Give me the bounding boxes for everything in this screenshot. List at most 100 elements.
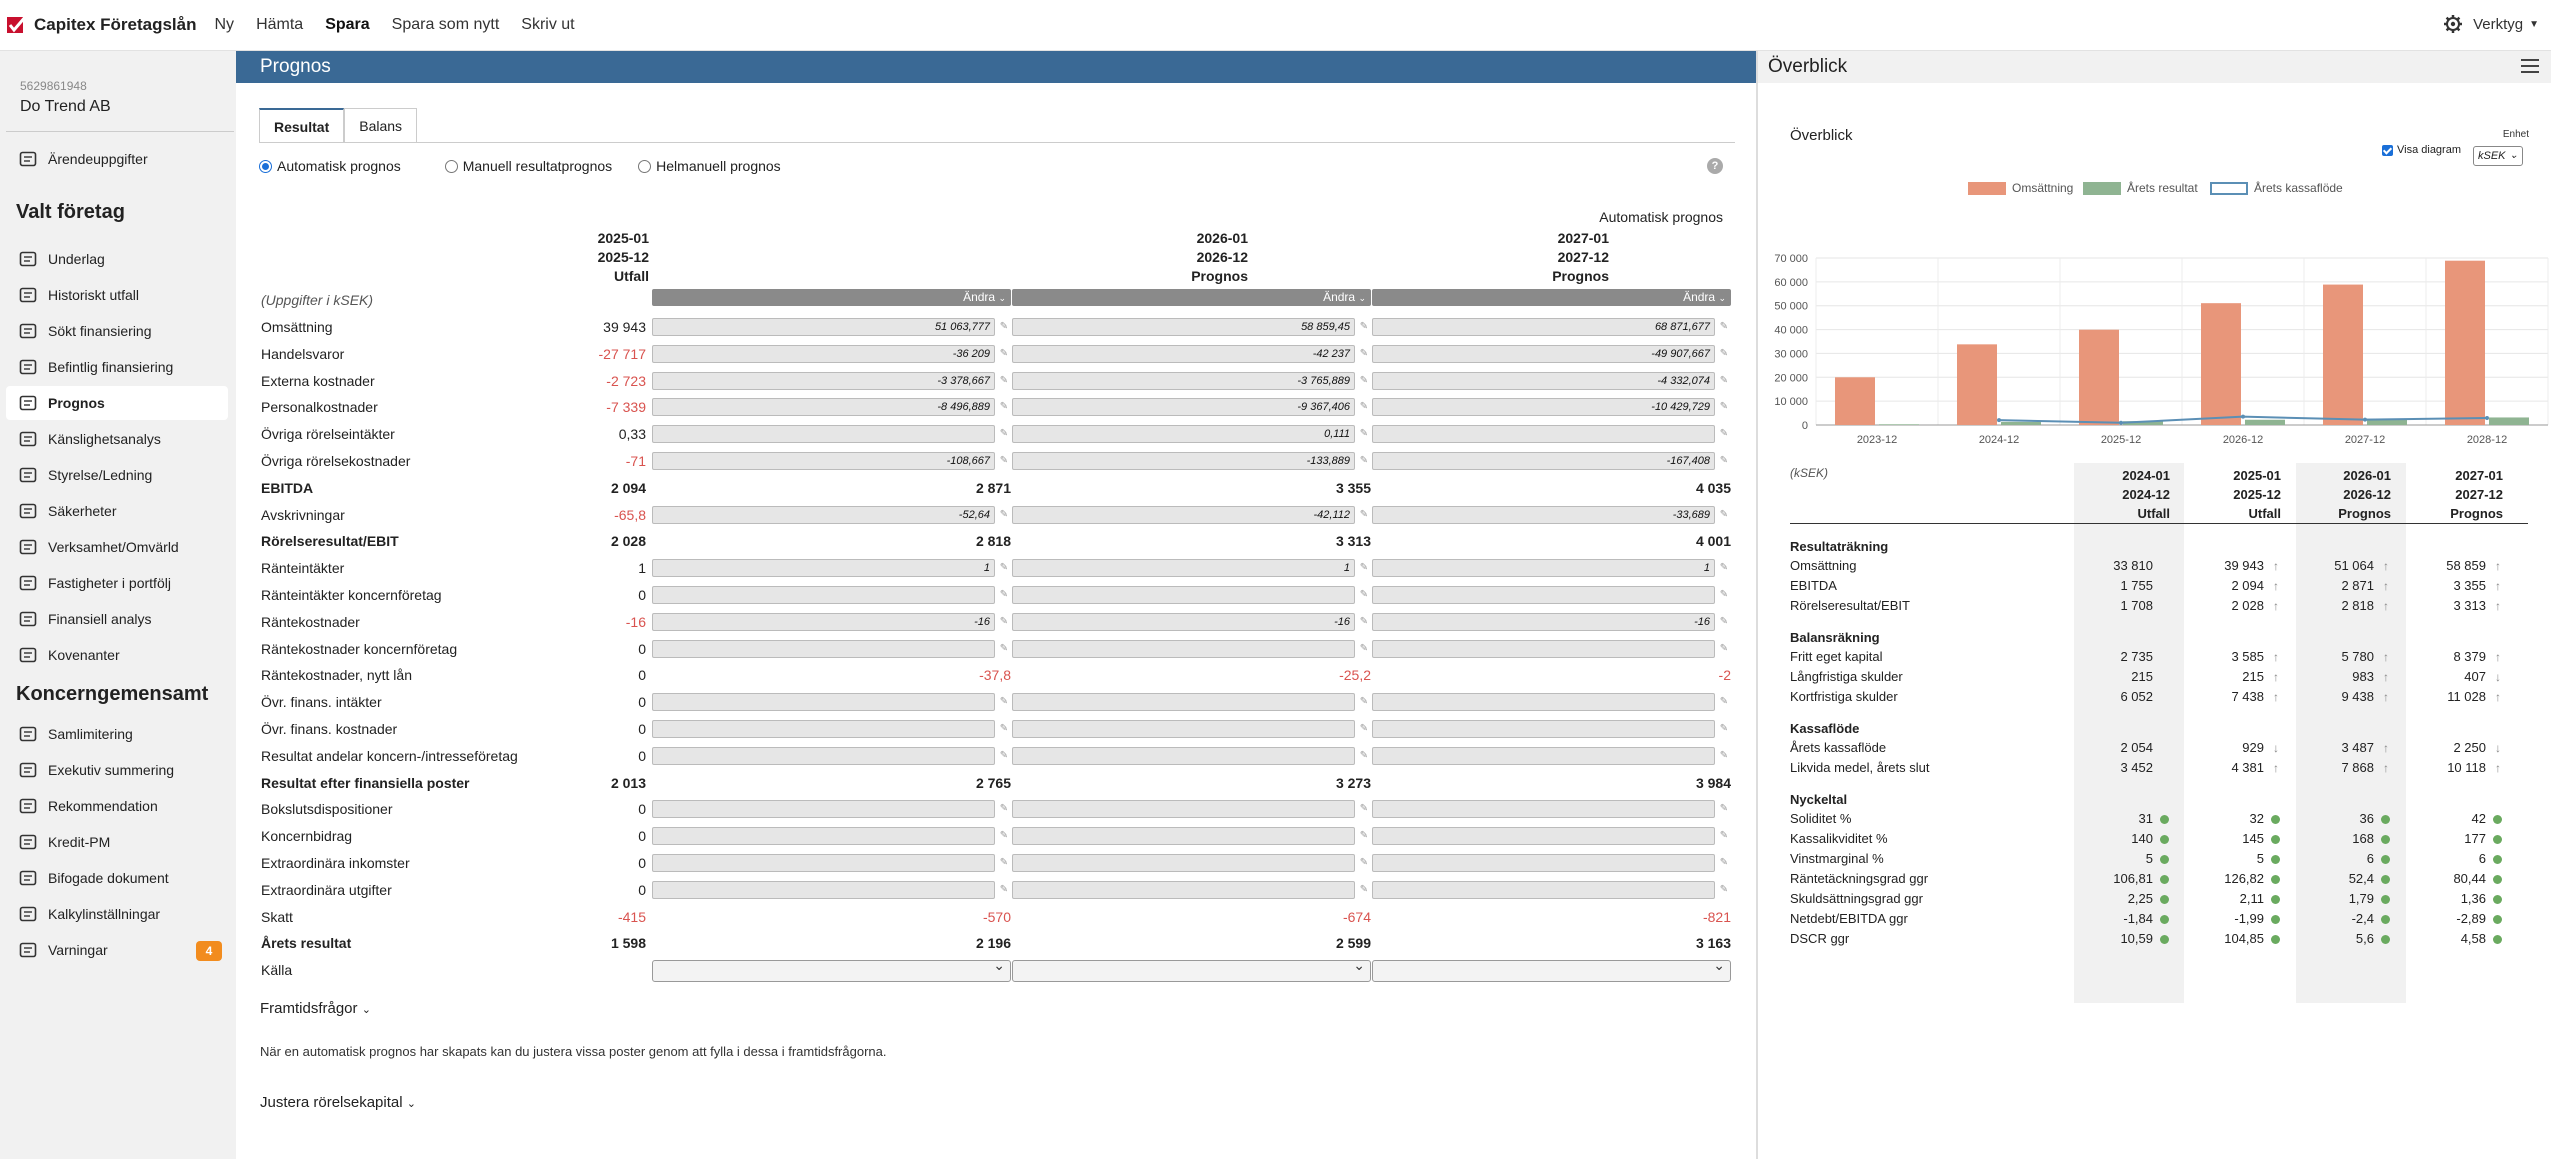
prognos-input[interactable]: -4 332,074 [1372,371,1715,390]
edit-icon[interactable]: ✎ [1718,562,1730,574]
edit-icon[interactable]: ✎ [1358,750,1370,762]
help-icon[interactable]: ? [1707,158,1723,174]
prognos-input[interactable] [652,425,995,444]
edit-icon[interactable]: ✎ [1358,589,1370,601]
prognos-input[interactable]: 51 063,777 [652,318,995,336]
edit-icon[interactable]: ✎ [1718,857,1730,869]
sidebar-item-underlag[interactable]: Underlag [6,242,228,276]
edit-icon[interactable]: ✎ [1358,509,1370,521]
edit-icon[interactable]: ✎ [1718,375,1730,387]
edit-icon[interactable]: ✎ [1718,830,1730,842]
edit-icon[interactable]: ✎ [1718,616,1730,628]
prognos-input[interactable] [652,693,995,712]
prognos-input[interactable] [1372,586,1715,604]
prognos-input[interactable]: -9 367,406 [1012,398,1355,417]
edit-icon[interactable]: ✎ [1358,375,1370,387]
radio-manuell[interactable]: Manuell resultatprognos [444,158,612,174]
legend-arets-resultat[interactable]: Årets resultat [2083,181,2198,195]
edit-icon[interactable]: ✎ [1358,562,1370,574]
prognos-input[interactable] [1372,800,1715,819]
edit-icon[interactable]: ✎ [1718,803,1730,815]
framtidsfragor-toggle[interactable]: Framtidsfrågor ⌄ [260,1000,371,1017]
edit-icon[interactable]: ✎ [1718,884,1730,896]
prognos-input[interactable] [1372,693,1715,712]
sidebar-item-sokt-finansiering[interactable]: Sökt finansiering [6,314,228,348]
menu-hamta[interactable]: Hämta [256,16,303,34]
prognos-input[interactable] [652,639,995,658]
edit-icon[interactable]: ✎ [1358,616,1370,628]
prognos-input[interactable]: -10 429,729 [1372,398,1715,417]
checkbox-checked-icon[interactable] [2382,144,2393,156]
edit-icon[interactable]: ✎ [998,857,1010,869]
edit-icon[interactable]: ✎ [998,696,1010,708]
edit-icon[interactable]: ✎ [998,643,1010,655]
edit-icon[interactable]: ✎ [998,401,1010,413]
prognos-input[interactable]: -52,64 [652,505,995,524]
radio-helmanuell[interactable]: Helmanuell prognos [638,158,781,174]
radio-automatisk[interactable]: Automatisk prognos [259,158,401,174]
prognos-input[interactable] [652,854,995,872]
edit-icon[interactable]: ✎ [1718,643,1730,655]
tab-balans[interactable]: Balans [344,108,418,143]
edit-icon[interactable]: ✎ [1718,348,1730,360]
prognos-input[interactable] [1372,746,1715,765]
prognos-input[interactable]: -49 907,667 [1372,344,1715,363]
edit-icon[interactable]: ✎ [998,321,1010,333]
edit-icon[interactable]: ✎ [998,428,1010,440]
prognos-input[interactable]: 1 [1372,559,1715,578]
legend-arets-kassaflode[interactable]: Årets kassaflöde [2210,181,2343,195]
sidebar-item-prognos[interactable]: Prognos [6,386,228,420]
prognos-input[interactable] [1012,639,1355,658]
prognos-input[interactable] [1012,693,1355,712]
edit-icon[interactable]: ✎ [1718,428,1730,440]
prognos-input[interactable]: -33,689 [1372,505,1715,524]
edit-icon[interactable]: ✎ [998,616,1010,628]
edit-icon[interactable]: ✎ [998,750,1010,762]
andra-dropdown-2[interactable]: Ändra ⌄ [1012,289,1371,306]
edit-icon[interactable]: ✎ [1718,455,1730,467]
edit-icon[interactable]: ✎ [998,884,1010,896]
tab-resultat[interactable]: Resultat [259,108,345,143]
edit-icon[interactable]: ✎ [1718,696,1730,708]
sidebar-item-befintlig-finansiering[interactable]: Befintlig finansiering [6,350,228,384]
edit-icon[interactable]: ✎ [1718,401,1730,413]
edit-icon[interactable]: ✎ [998,375,1010,387]
prognos-input[interactable] [652,586,995,604]
prognos-input[interactable]: 1 [1012,559,1355,578]
edit-icon[interactable]: ✎ [1358,455,1370,467]
kalla-select-3[interactable] [1372,957,1731,983]
prognos-input[interactable] [652,800,995,819]
sidebar-item-varningar[interactable]: Varningar 4 [6,933,228,967]
edit-icon[interactable]: ✎ [1358,857,1370,869]
sidebar-item-sakerheter[interactable]: Säkerheter [6,494,228,528]
prognos-input[interactable] [1012,586,1355,604]
sidebar-item-bifogade-dokument[interactable]: Bifogade dokument [6,861,228,895]
edit-icon[interactable]: ✎ [1358,643,1370,655]
prognos-input[interactable]: 58 859,45 [1012,318,1355,336]
andra-dropdown-1[interactable]: Ändra ⌄ [652,289,1011,306]
prognos-input[interactable]: -3 378,667 [652,371,995,390]
prognos-input[interactable] [1012,854,1355,872]
edit-icon[interactable]: ✎ [1358,696,1370,708]
enhet-select[interactable]: kSEK ⌄ [2473,146,2523,166]
sidebar-item-samlimitering[interactable]: Samlimitering [6,717,228,751]
prognos-input[interactable] [1012,746,1355,765]
prognos-input[interactable] [1372,639,1715,658]
prognos-input[interactable] [652,746,995,765]
prognos-input[interactable] [1372,880,1715,899]
sidebar-item-rekommendation[interactable]: Rekommendation [6,789,228,823]
prognos-input[interactable]: 1 [652,559,995,578]
edit-icon[interactable]: ✎ [998,723,1010,735]
edit-icon[interactable]: ✎ [1358,321,1370,333]
prognos-input[interactable] [1372,720,1715,738]
prognos-input[interactable] [1012,720,1355,738]
prognos-input[interactable]: 68 871,677 [1372,318,1715,336]
prognos-input[interactable]: -16 [1012,612,1355,631]
visa-diagram-checkbox[interactable]: Visa diagram [2382,144,2461,156]
prognos-input[interactable]: -42,112 [1012,505,1355,524]
edit-icon[interactable]: ✎ [1718,723,1730,735]
radio-dot-selected[interactable] [259,159,272,173]
sidebar-item-kalkylinstallningar[interactable]: Kalkylinställningar [6,897,228,931]
kalla-select-2[interactable] [1012,957,1371,983]
sidebar-item-historiskt-utfall[interactable]: Historiskt utfall [6,278,228,312]
